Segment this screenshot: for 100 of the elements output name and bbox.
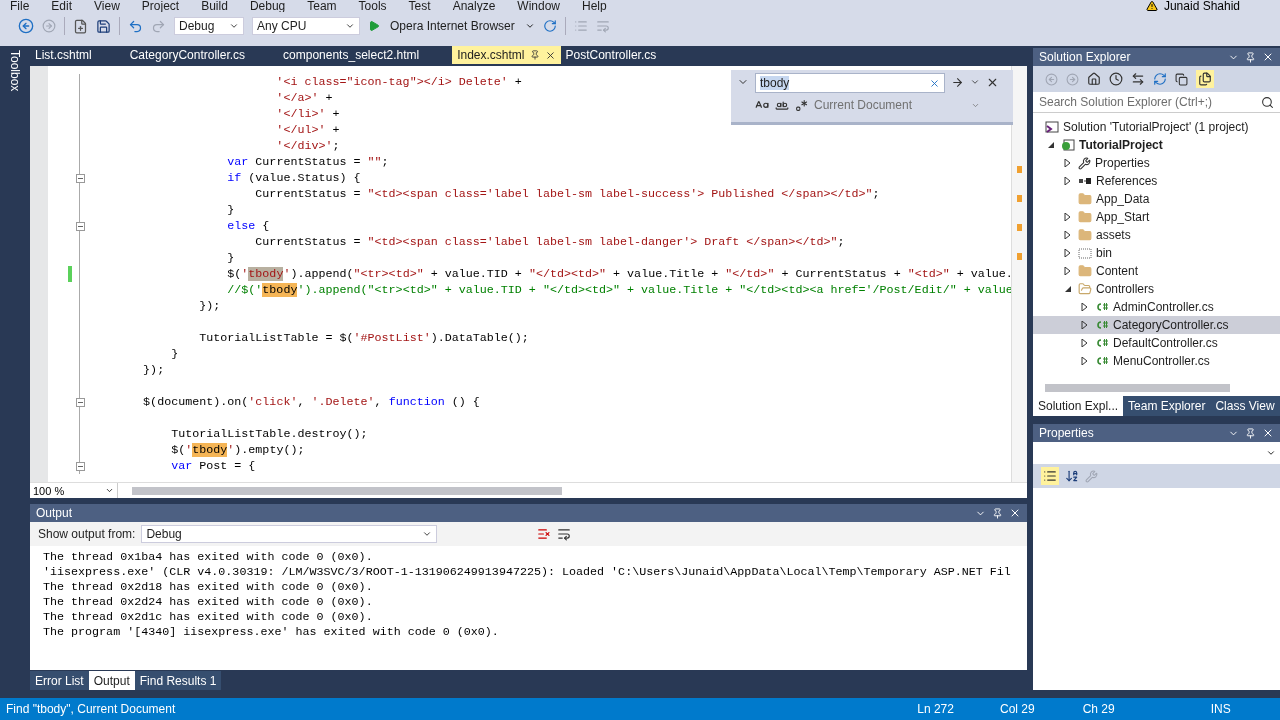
menu-item[interactable]: Help xyxy=(582,0,607,12)
menu-item[interactable]: Debug xyxy=(249,0,286,12)
collapsed-triangle-icon[interactable] xyxy=(1081,357,1089,365)
tree-item[interactable]: Controllers xyxy=(1033,280,1280,298)
close-icon[interactable] xyxy=(1009,507,1021,519)
search-field[interactable]: Search Solution Explorer (Ctrl+;) xyxy=(1033,92,1280,113)
collapse-toggle[interactable] xyxy=(76,174,85,183)
menu-item[interactable]: Build xyxy=(201,0,228,12)
panel-tab[interactable]: Solution Expl... xyxy=(1033,396,1124,416)
folder-icon xyxy=(1078,192,1092,206)
folder-icon xyxy=(1078,264,1092,278)
menu-item[interactable]: Team xyxy=(307,0,337,12)
history-icon[interactable] xyxy=(1109,72,1123,86)
pin-icon[interactable] xyxy=(529,50,540,60)
collapsed-triangle-icon[interactable] xyxy=(1064,231,1072,239)
undo-icon[interactable] xyxy=(128,18,143,34)
collapsed-triangle-icon[interactable] xyxy=(1064,267,1072,275)
tree-item[interactable]: Content xyxy=(1033,262,1280,280)
pin-icon[interactable] xyxy=(1245,51,1256,63)
platform-select[interactable]: Any CPU xyxy=(252,17,360,35)
insert-mode: INS xyxy=(1210,702,1231,716)
document-tab[interactable]: components_select2.html xyxy=(278,46,425,64)
menu-item[interactable]: Tools xyxy=(358,0,387,12)
collapsed-triangle-icon[interactable] xyxy=(1064,213,1072,221)
tree-item[interactable]: References xyxy=(1033,172,1280,190)
regex-icon[interactable] xyxy=(795,98,808,112)
find-next-icon[interactable] xyxy=(951,75,964,89)
dropdown-icon[interactable] xyxy=(1266,448,1276,458)
clear-icon[interactable] xyxy=(929,77,940,89)
collapse-all-icon[interactable] xyxy=(1175,72,1188,86)
categorized-button[interactable] xyxy=(1041,467,1059,485)
show-all-files-button[interactable] xyxy=(1196,70,1214,88)
close-icon[interactable] xyxy=(544,49,556,61)
collapse-toggle[interactable] xyxy=(76,222,85,231)
menu-item[interactable]: Test xyxy=(408,0,431,12)
collapsed-triangle-icon[interactable] xyxy=(1081,303,1089,311)
web-project-icon xyxy=(1061,139,1075,151)
csharp-file-icon xyxy=(1095,356,1109,366)
tree-item[interactable]: App_Data xyxy=(1033,190,1280,208)
tree-item[interactable]: App_Start xyxy=(1033,208,1280,226)
tree-item[interactable]: assets xyxy=(1033,226,1280,244)
collapsed-triangle-icon[interactable] xyxy=(1081,339,1089,347)
pin-icon[interactable] xyxy=(1245,427,1256,439)
collapse-toggle[interactable] xyxy=(76,398,85,407)
tree-item[interactable]: TutorialProject xyxy=(1033,136,1280,154)
sort-icon[interactable] xyxy=(1065,469,1079,483)
play-icon[interactable] xyxy=(368,20,380,32)
collapsed-triangle-icon[interactable] xyxy=(1081,321,1089,329)
word-wrap-icon[interactable] xyxy=(557,527,572,541)
output-source-select[interactable]: Debug xyxy=(141,525,438,543)
configuration-select[interactable]: Debug xyxy=(174,17,244,35)
tree-item[interactable]: AdminController.cs xyxy=(1033,298,1280,316)
tree-item[interactable]: bin xyxy=(1033,244,1280,262)
panel-tab[interactable]: Class View xyxy=(1210,396,1280,416)
menu-item[interactable]: File xyxy=(10,0,30,12)
save-icon[interactable] xyxy=(96,18,111,34)
panel-tab[interactable]: Error List xyxy=(30,671,89,690)
menu-item[interactable]: Project xyxy=(141,0,180,12)
menu-item[interactable]: Edit xyxy=(51,0,73,12)
panel-tab[interactable]: Find Results 1 xyxy=(134,671,222,690)
tree-item[interactable]: Solution 'TutorialProject' (1 project) xyxy=(1033,118,1280,136)
document-tab[interactable]: Index.cshtml xyxy=(452,46,561,64)
close-icon[interactable] xyxy=(1262,51,1274,63)
clear-all-icon[interactable] xyxy=(537,527,552,541)
menu-item[interactable]: Window xyxy=(517,0,560,12)
document-tab[interactable]: PostController.cs xyxy=(560,46,662,64)
toolbox-tab[interactable]: Toolbox xyxy=(8,50,22,98)
document-tab[interactable]: CategoryController.cs xyxy=(124,46,251,64)
new-item-icon[interactable] xyxy=(73,18,88,34)
document-tab[interactable]: List.cshtml xyxy=(30,46,97,64)
expanded-triangle-icon[interactable] xyxy=(1064,285,1072,293)
tree-item[interactable]: Properties xyxy=(1033,154,1280,172)
run-button[interactable]: Opera Internet Browser xyxy=(388,19,517,33)
pin-icon[interactable] xyxy=(992,507,1003,519)
back-icon[interactable] xyxy=(18,18,34,34)
dropdown-icon[interactable] xyxy=(970,77,980,87)
sync-icon[interactable] xyxy=(1131,72,1145,86)
refresh-icon[interactable] xyxy=(542,19,557,33)
scope-select[interactable]: Current Document xyxy=(814,98,980,112)
home-icon[interactable] xyxy=(1087,72,1101,86)
panel-tab[interactable]: Team Explorer xyxy=(1123,396,1211,416)
code-line: $('tbody').append("<tr><td>" + value.TID + "</td><td>" + value.Title + "</td>" + CurrentStatus + "<td>" + value. xyxy=(226,266,1011,282)
find-field[interactable]: tbody xyxy=(755,73,945,93)
close-icon[interactable] xyxy=(1262,427,1274,439)
zoom-select[interactable]: 100 % xyxy=(30,483,118,498)
menu-item[interactable]: View xyxy=(94,0,120,12)
collapsed-triangle-icon[interactable] xyxy=(1064,177,1072,185)
collapsed-triangle-icon[interactable] xyxy=(1064,159,1072,167)
tree-item[interactable]: CategoryController.cs xyxy=(1033,316,1280,334)
collapse-toggle[interactable] xyxy=(76,462,85,471)
code-line: CurrentStatus = "<td><span class='label label-sm label-success'> Published </span></td>"; xyxy=(254,186,880,202)
tree-item[interactable]: DefaultController.cs xyxy=(1033,334,1280,352)
panel-tab[interactable]: Output xyxy=(88,671,135,690)
refresh-icon[interactable] xyxy=(1153,72,1167,86)
expanded-triangle-icon[interactable] xyxy=(1047,141,1055,149)
tree-item[interactable]: MenuController.cs xyxy=(1033,352,1280,370)
menu-item[interactable]: Analyze xyxy=(452,0,496,12)
collapsed-triangle-icon[interactable] xyxy=(1064,249,1072,257)
files-icon xyxy=(1198,72,1212,86)
account-name[interactable]: Junaid Shahid xyxy=(1163,0,1240,12)
